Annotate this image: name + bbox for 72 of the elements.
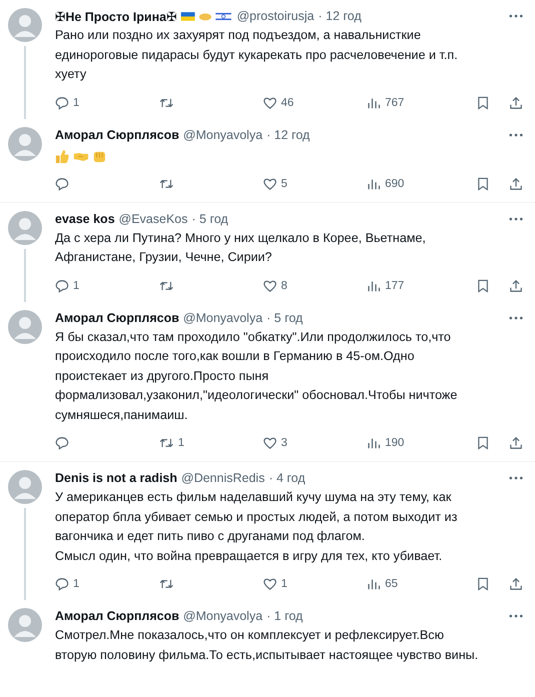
bar-chart-icon xyxy=(367,436,381,450)
heart-icon xyxy=(263,96,277,110)
post-time[interactable]: · 12 год xyxy=(266,128,310,142)
reply-icon xyxy=(55,278,69,292)
author-name[interactable]: Аморал Сюрплясов xyxy=(55,128,180,142)
bookmark-icon[interactable] xyxy=(477,436,489,450)
post-text: Да с хера ли Путина? Много у них щелкало в Корее, Вьетнаме, Афганистане, Грузии, Чечне, Сирии? xyxy=(55,230,427,266)
more-icon[interactable] xyxy=(509,132,523,136)
bar-chart-icon xyxy=(367,577,381,591)
thumbs-up-icon xyxy=(55,149,70,164)
like-button[interactable]: 8 xyxy=(263,278,367,292)
reply-icon xyxy=(55,96,69,110)
repost-icon xyxy=(159,436,174,450)
views-button[interactable]: 65 xyxy=(367,577,471,591)
post-time[interactable]: · 4 год xyxy=(268,471,306,485)
reply-icon xyxy=(55,577,69,591)
heart-icon xyxy=(263,278,277,292)
reply-icon xyxy=(55,176,69,190)
more-icon[interactable] xyxy=(509,14,523,18)
post-text: Рано или поздно их захуярят под подъездом, а навальнисткие единороговые пидарасы будут кукарекать про расчеловечение и т.п. хуету xyxy=(55,27,459,83)
heart-icon xyxy=(263,577,277,591)
post-time[interactable]: · 5 год xyxy=(192,212,228,226)
reply-button[interactable]: 1 xyxy=(55,577,159,591)
author-name[interactable]: Denis is not a radish xyxy=(55,471,178,485)
bar-chart-icon xyxy=(367,96,381,110)
post-text: Смотрел.Мне показалось,что он комплексует и рефлексирует.Всю вторую половину фильма.То есть,испытывает настоящее чувство вины. xyxy=(55,627,480,664)
more-icon[interactable] xyxy=(509,216,523,220)
bookmark-icon[interactable] xyxy=(477,96,489,110)
post-time[interactable]: · 5 год xyxy=(266,310,303,324)
post-time[interactable]: · 12 год xyxy=(318,9,362,23)
like-button[interactable]: 1 xyxy=(263,577,367,591)
fist-icon xyxy=(92,149,107,164)
heart-icon xyxy=(263,176,277,190)
author-handle[interactable]: @Monyavolya xyxy=(183,609,263,623)
like-button[interactable]: 3 xyxy=(263,436,367,450)
heart-icon xyxy=(263,436,277,450)
reply-button[interactable]: 1 xyxy=(55,278,159,292)
reply-icon xyxy=(55,436,69,450)
views-button[interactable]: 190 xyxy=(367,436,471,450)
author-handle[interactable]: @Monyavolya xyxy=(183,128,263,142)
author-handle[interactable]: @prostoirusja xyxy=(236,9,314,23)
bookmark-icon[interactable] xyxy=(477,278,489,292)
author-name[interactable]: evase kos xyxy=(55,212,115,226)
bookmark-icon[interactable] xyxy=(477,577,489,591)
views-button[interactable]: 177 xyxy=(367,278,471,292)
author-name[interactable]: Аморал Сюрплясов xyxy=(55,609,180,623)
post-text: Я бы сказал,что там проходило "обкатку".Или продолжилось то,что происходило после того,как вошли в Германию в 45-ом.Одно проистекает из другого.Просто пыня формализовал,узаконил,"идеологически" обосновал.Чтобы ничтоже сумняшеся,панимаиш. xyxy=(55,328,458,424)
like-button[interactable]: 5 xyxy=(263,176,367,190)
bar-chart-icon xyxy=(367,176,381,190)
reply-button[interactable]: 1 xyxy=(55,96,159,110)
more-icon[interactable] xyxy=(509,316,523,320)
author-name[interactable]: ✠Не Просто Ірина✠ xyxy=(55,8,177,24)
bookmark-icon[interactable] xyxy=(477,176,489,190)
post-time[interactable]: · 1 год xyxy=(266,609,303,623)
post-text: У американцев есть фильм наделавший кучу шума на эту тему, как оператор бпла убивает семью и простых людей, а потом выходит из вагончика и едет пить пиво с друганами под флагом. Смысл один, что война превращается в игру для тех, кто убивает. xyxy=(55,489,458,565)
author-handle[interactable]: @EvaseKos xyxy=(118,212,188,226)
author-handle[interactable]: @Monyavolya xyxy=(183,310,263,324)
more-icon[interactable] xyxy=(509,614,523,618)
author-name[interactable]: Аморал Сюрплясов xyxy=(55,310,180,324)
share-icon[interactable] xyxy=(509,577,523,591)
repost-icon xyxy=(159,577,174,591)
repost-button[interactable]: 1 xyxy=(159,436,263,450)
bar-chart-icon xyxy=(367,278,381,292)
share-icon[interactable] xyxy=(509,278,523,292)
views-button[interactable]: 690 xyxy=(367,176,471,190)
like-button[interactable]: 46 xyxy=(263,96,367,110)
share-icon[interactable] xyxy=(509,96,523,110)
author-handle[interactable]: @DennisRedis xyxy=(181,471,265,485)
views-button[interactable]: 767 xyxy=(367,96,471,110)
share-icon[interactable] xyxy=(509,176,523,190)
more-icon[interactable] xyxy=(509,476,523,480)
share-icon[interactable] xyxy=(509,436,523,450)
